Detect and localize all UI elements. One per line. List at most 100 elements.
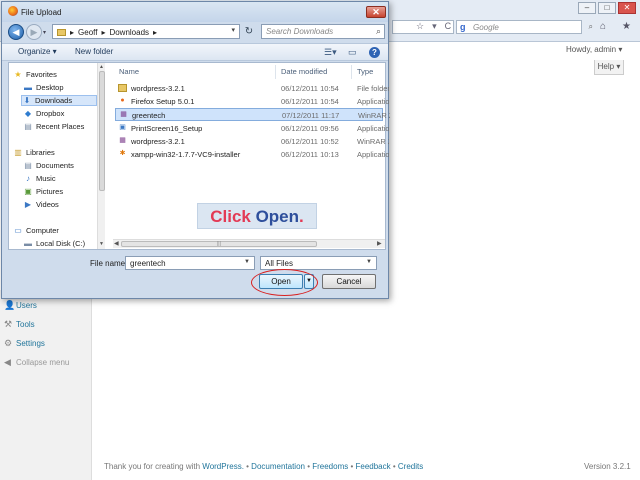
recent-places-icon: ▤ bbox=[24, 121, 32, 131]
horizontal-scrollbar[interactable]: ◀ ||| ▶ bbox=[113, 239, 385, 248]
scroll-down-icon[interactable]: ▼ bbox=[99, 241, 104, 247]
file-row[interactable]: ● Firefox Setup 5.0.1 06/12/2011 10:54 A… bbox=[115, 95, 389, 108]
file-row[interactable]: ▣ PrintScreen16_Setup 06/12/2011 09:56 A… bbox=[115, 122, 389, 135]
freedoms-link[interactable]: Freedoms bbox=[312, 462, 348, 471]
computer-icon: ▭ bbox=[14, 225, 22, 235]
menu-item-collapse[interactable]: ◀ Collapse menu bbox=[0, 353, 92, 372]
close-window-button[interactable]: ✕ bbox=[618, 2, 636, 14]
credits-link[interactable]: Credits bbox=[398, 462, 423, 471]
help-icon[interactable]: ? bbox=[369, 47, 380, 58]
chevron-down-icon[interactable]: ▼ bbox=[366, 259, 372, 265]
google-icon[interactable]: g bbox=[460, 22, 466, 32]
browser-search-placeholder: Google bbox=[473, 23, 499, 32]
file-type: Application bbox=[357, 150, 389, 159]
reload-icon[interactable]: C bbox=[445, 21, 452, 32]
breadcrumb-separator: ▸ bbox=[70, 28, 75, 37]
view-options-icon[interactable]: ☰▾ bbox=[324, 47, 337, 58]
dialog-toolbar: Organize ▾ New folder ☰▾ ▭ ? bbox=[2, 43, 388, 61]
file-type-filter[interactable]: All Files ▼ bbox=[260, 256, 377, 270]
nav-documents[interactable]: ▤ Documents bbox=[23, 161, 74, 170]
file-name: PrintScreen16_Setup bbox=[131, 124, 203, 133]
dialog-titlebar[interactable]: File Upload ✕ bbox=[2, 2, 388, 22]
callout-open: Open bbox=[255, 207, 300, 226]
file-row[interactable]: wordpress-3.2.1 06/12/2011 10:54 File fo… bbox=[115, 82, 389, 95]
browser-search-box[interactable]: g Google ⌕ bbox=[456, 20, 593, 34]
videos-icon: ▶ bbox=[24, 199, 32, 209]
breadcrumb-downloads[interactable]: Downloads bbox=[109, 28, 149, 37]
recent-pages-dropdown-icon[interactable]: ▾ bbox=[43, 29, 46, 36]
file-row[interactable]: ▦ wordpress-3.2.1 06/12/2011 10:52 WinRA… bbox=[115, 135, 389, 148]
window-controls: – □ ✕ bbox=[578, 2, 636, 14]
file-date: 06/12/2011 10:54 bbox=[281, 97, 339, 106]
nav-local-disk[interactable]: ▬ Local Disk (C:) bbox=[23, 239, 85, 248]
documents-icon: ▤ bbox=[24, 160, 32, 170]
cancel-button[interactable]: Cancel bbox=[322, 274, 376, 289]
home-icon[interactable]: ⌂ bbox=[600, 21, 606, 32]
menu-item-label: Settings bbox=[16, 339, 45, 348]
search-downloads-input[interactable]: Search Downloads ⌕ bbox=[261, 24, 385, 39]
new-folder-button[interactable]: New folder bbox=[75, 47, 113, 56]
downloads-icon: ⬇ bbox=[23, 95, 31, 105]
file-name-input[interactable]: greentech ▼ bbox=[125, 256, 255, 270]
scroll-up-icon[interactable]: ▲ bbox=[99, 64, 104, 70]
nav-libraries[interactable]: ▥ Libraries bbox=[13, 148, 55, 157]
maximize-button[interactable]: □ bbox=[598, 2, 616, 14]
nav-videos[interactable]: ▶ Videos bbox=[23, 200, 59, 209]
bookmarks-icon[interactable]: ★ bbox=[622, 21, 631, 32]
file-name: greentech bbox=[132, 111, 166, 120]
back-button[interactable]: ◀ bbox=[8, 24, 24, 40]
wordpress-link[interactable]: WordPress. bbox=[202, 462, 244, 471]
nav-dropbox[interactable]: ◆ Dropbox bbox=[23, 109, 64, 118]
column-header-type[interactable]: Type bbox=[357, 67, 373, 76]
search-icon[interactable]: ⌕ bbox=[376, 26, 381, 37]
wp-version: Version 3.2.1 bbox=[584, 462, 631, 471]
minimize-button[interactable]: – bbox=[578, 2, 596, 14]
nav-music[interactable]: ♪ Music bbox=[23, 174, 56, 183]
nav-favorites[interactable]: ★ Favorites bbox=[13, 70, 56, 79]
wp-admin-menu: 👤 Users ⚒ Tools ⚙ Settings ◀ Collapse me… bbox=[0, 296, 92, 372]
folder-icon bbox=[118, 84, 127, 92]
column-header-name[interactable]: Name bbox=[119, 67, 139, 76]
tools-icon: ⚒ bbox=[4, 319, 13, 329]
nav-recent-places[interactable]: ▤ Recent Places bbox=[23, 122, 84, 131]
help-tab[interactable]: Help ▾ bbox=[594, 60, 624, 75]
folder-icon bbox=[57, 29, 66, 36]
scrollbar-thumb[interactable] bbox=[99, 71, 105, 191]
feedback-link[interactable]: Feedback bbox=[356, 462, 391, 471]
organize-button[interactable]: Organize ▾ bbox=[18, 47, 57, 56]
nav-desktop[interactable]: ▬ Desktop bbox=[23, 83, 64, 92]
nav-scrollbar[interactable]: ▲ ▼ bbox=[97, 63, 105, 249]
menu-item-tools[interactable]: ⚒ Tools bbox=[0, 315, 92, 334]
scroll-left-icon[interactable]: ◀ bbox=[114, 240, 119, 247]
users-icon: 👤 bbox=[4, 300, 16, 310]
column-divider[interactable] bbox=[275, 65, 276, 79]
forward-button[interactable]: ▶ bbox=[26, 24, 42, 40]
refresh-icon[interactable]: ↻ bbox=[242, 25, 256, 39]
column-divider[interactable] bbox=[351, 65, 352, 79]
dropdown-arrow-icon[interactable]: ▾ bbox=[432, 21, 437, 32]
file-type: Application bbox=[357, 97, 389, 106]
menu-item-settings[interactable]: ⚙ Settings bbox=[0, 334, 92, 353]
file-row-selected[interactable]: ▦ greentech 07/12/2011 11:17 WinRAR ZIP … bbox=[115, 108, 390, 121]
howdy-user-menu[interactable]: Howdy, admin ▾ bbox=[566, 45, 622, 54]
nav-computer[interactable]: ▭ Computer bbox=[13, 226, 59, 235]
breadcrumb-geoff[interactable]: Geoff bbox=[78, 28, 97, 37]
dialog-close-button[interactable]: ✕ bbox=[366, 6, 386, 18]
preview-pane-icon[interactable]: ▭ bbox=[348, 47, 357, 58]
nav-downloads[interactable]: ⬇ Downloads bbox=[21, 95, 97, 106]
address-breadcrumb[interactable]: ▸ Geoff ▸ Downloads ▸ ▾ bbox=[52, 24, 240, 39]
documentation-link[interactable]: Documentation bbox=[251, 462, 305, 471]
file-row[interactable]: ✱ xampp-win32-1.7.7-VC9-installer 06/12/… bbox=[115, 148, 389, 161]
nav-label: Recent Places bbox=[36, 122, 85, 131]
menu-item-label: Collapse menu bbox=[16, 358, 70, 367]
search-icon[interactable]: ⌕ bbox=[589, 22, 593, 32]
address-dropdown-icon[interactable]: ▾ bbox=[231, 26, 235, 34]
address-bar-tools: ☆ ▾ C bbox=[416, 21, 451, 32]
nav-pictures[interactable]: ▣ Pictures bbox=[23, 187, 63, 196]
file-date: 06/12/2011 10:52 bbox=[281, 137, 339, 146]
chevron-down-icon[interactable]: ▼ bbox=[244, 259, 250, 265]
column-header-date[interactable]: Date modified bbox=[281, 67, 327, 76]
scroll-right-icon[interactable]: ▶ bbox=[377, 240, 382, 247]
bookmark-star-icon[interactable]: ☆ bbox=[416, 21, 424, 32]
file-date: 06/12/2011 09:56 bbox=[281, 124, 339, 133]
